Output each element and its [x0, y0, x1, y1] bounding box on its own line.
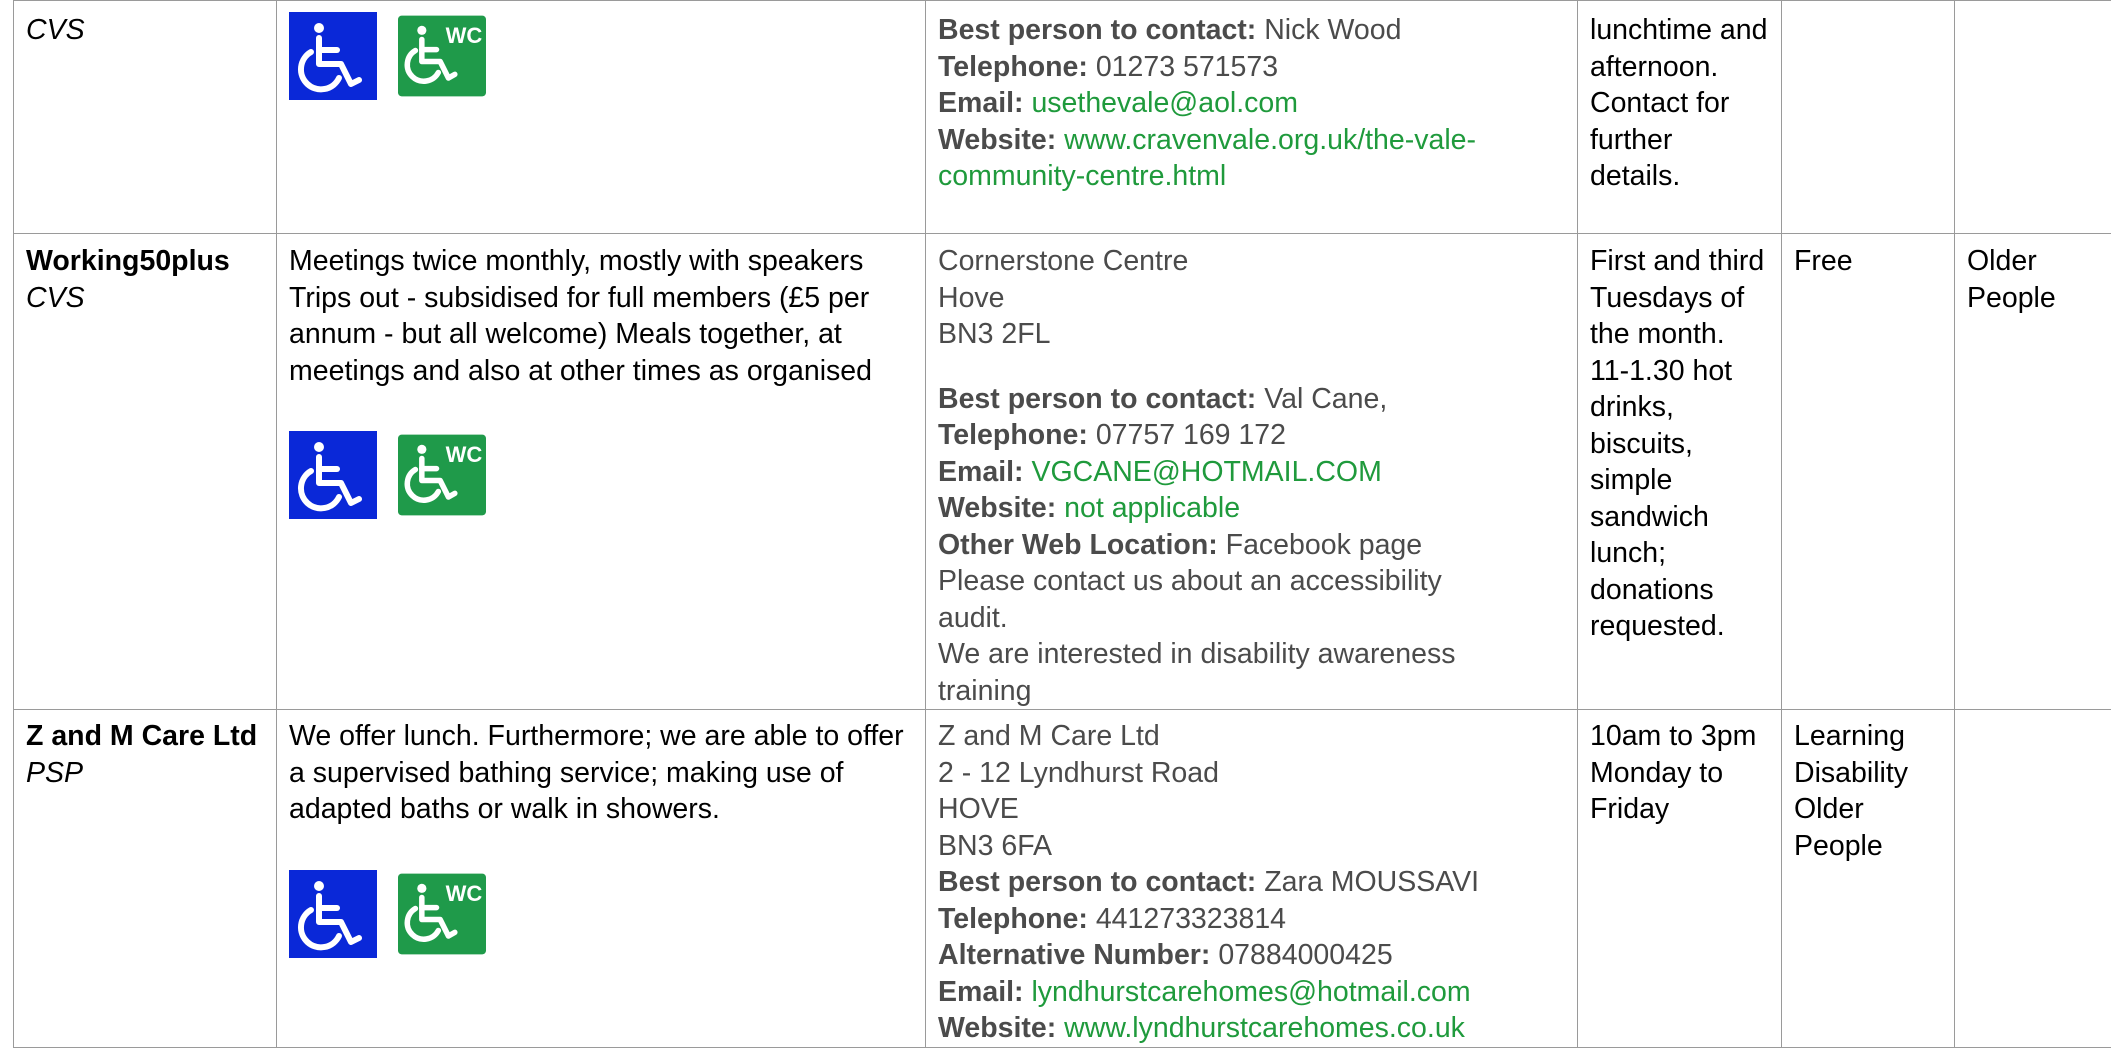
telephone-value: 01273 571573	[1096, 51, 1278, 83]
telephone-label: Telephone:	[938, 419, 1088, 451]
org-cell: Z and M Care Ltd PSP	[14, 710, 277, 1048]
cost-cell	[1782, 1, 1955, 234]
svg-text:WC: WC	[446, 881, 483, 906]
other-web-label: Other Web Location:	[938, 529, 1218, 561]
contact-label: Best person to contact:	[938, 866, 1256, 898]
note-text: We are interested in disability awarenes…	[938, 636, 1565, 673]
table-row: Z and M Care Ltd PSP We offer lunch. Fur…	[14, 710, 2111, 1048]
description-cell: We offer lunch. Furthermore; we are able…	[277, 710, 926, 1048]
description-text: Meetings twice monthly, mostly with spea…	[289, 243, 913, 389]
address-line: Hove	[938, 280, 1565, 317]
contact-cell: Cornerstone Centre Hove BN3 2FL Best per…	[926, 234, 1578, 710]
email-label: Email:	[938, 87, 1024, 119]
org-name: Working50plus	[26, 243, 264, 280]
address-line: BN3 6FA	[938, 828, 1565, 865]
wheelchair-access-icon	[289, 870, 377, 958]
org-source: PSP	[26, 755, 264, 792]
table-row: CVS	[14, 1, 2111, 234]
org-name: Z and M Care Ltd	[26, 718, 264, 755]
accessible-wc-icon: WC	[398, 870, 486, 958]
group-cell: Older People	[1955, 234, 2111, 710]
alternative-number-label: Alternative Number:	[938, 939, 1210, 971]
telephone-label: Telephone:	[938, 51, 1088, 83]
svg-text:WC: WC	[446, 442, 483, 467]
cost-cell: Learning Disability Older People	[1782, 710, 1955, 1048]
contact-cell: Z and M Care Ltd 2 - 12 Lyndhurst Road H…	[926, 710, 1578, 1048]
times-text: lunchtime and afternoon. Contact for fur…	[1590, 12, 1769, 195]
note-text: Please contact us about an accessibility	[938, 563, 1565, 600]
website-label: Website:	[938, 492, 1056, 524]
other-web-value: Facebook page	[1226, 529, 1422, 561]
contact-label: Best person to contact:	[938, 383, 1256, 415]
org-source: CVS	[26, 12, 264, 49]
website-link-continued[interactable]: community-centre.html	[938, 158, 1565, 195]
email-link[interactable]: VGCANE@HOTMAIL.COM	[1031, 456, 1381, 488]
telephone-label: Telephone:	[938, 903, 1088, 935]
accessible-wc-icon: WC	[398, 12, 486, 100]
services-table: CVS	[13, 0, 2111, 1048]
cost-cell: Free	[1782, 234, 1955, 710]
times-text: First and third Tuesdays of the month. 1…	[1590, 243, 1769, 645]
website-link[interactable]: not applicable	[1064, 492, 1240, 524]
address-line: Z and M Care Ltd	[938, 718, 1565, 755]
cost-text: Free	[1794, 243, 1942, 280]
address-line: HOVE	[938, 791, 1565, 828]
accessibility-icons: WC	[289, 12, 913, 100]
times-cell: First and third Tuesdays of the month. 1…	[1578, 234, 1782, 710]
description-cell: Meetings twice monthly, mostly with spea…	[277, 234, 926, 710]
org-cell: CVS	[14, 1, 277, 234]
svg-text:WC: WC	[446, 23, 483, 48]
address-line: BN3 2FL	[938, 316, 1565, 353]
contact-name: Nick Wood	[1264, 14, 1401, 46]
times-text: 10am to 3pm Monday to Friday	[1590, 718, 1769, 828]
accessibility-icons: WC	[289, 431, 913, 519]
email-label: Email:	[938, 976, 1024, 1008]
wheelchair-access-icon	[289, 431, 377, 519]
email-label: Email:	[938, 456, 1024, 488]
group-cell	[1955, 710, 2111, 1048]
website-link[interactable]: www.lyndhurstcarehomes.co.uk	[1064, 1012, 1465, 1044]
table-row: Working50plus CVS Meetings twice monthly…	[14, 234, 2111, 710]
group-text: Older People	[1967, 243, 2101, 316]
times-cell: 10am to 3pm Monday to Friday	[1578, 710, 1782, 1048]
note-text: training	[938, 673, 1565, 710]
address-line: Cornerstone Centre	[938, 243, 1565, 280]
org-source: CVS	[26, 280, 264, 317]
contact-cell: Best person to contact: Nick Wood Teleph…	[926, 1, 1578, 234]
website-link[interactable]: www.cravenvale.org.uk/the-vale-	[1064, 124, 1476, 156]
description-text: We offer lunch. Furthermore; we are able…	[289, 718, 913, 828]
alternative-number-value: 07884000425	[1218, 939, 1392, 971]
contact-name: Val Cane,	[1264, 383, 1387, 415]
accessibility-icons: WC	[289, 870, 913, 958]
email-link[interactable]: lyndhurstcarehomes@hotmail.com	[1031, 976, 1470, 1008]
address-line: 2 - 12 Lyndhurst Road	[938, 755, 1565, 792]
times-cell: lunchtime and afternoon. Contact for fur…	[1578, 1, 1782, 234]
cost-text: Learning Disability Older People	[1794, 718, 1942, 864]
description-cell: WC	[277, 1, 926, 234]
org-cell: Working50plus CVS	[14, 234, 277, 710]
email-link[interactable]: usethevale@aol.com	[1031, 87, 1298, 119]
contact-name: Zara MOUSSAVI	[1264, 866, 1479, 898]
telephone-value: 441273323814	[1096, 903, 1286, 935]
accessible-wc-icon: WC	[398, 431, 486, 519]
telephone-value: 07757 169 172	[1096, 419, 1286, 451]
website-label: Website:	[938, 124, 1056, 156]
contact-label: Best person to contact:	[938, 14, 1256, 46]
group-cell	[1955, 1, 2111, 234]
website-label: Website:	[938, 1012, 1056, 1044]
note-text: audit.	[938, 600, 1565, 637]
wheelchair-access-icon	[289, 12, 377, 100]
